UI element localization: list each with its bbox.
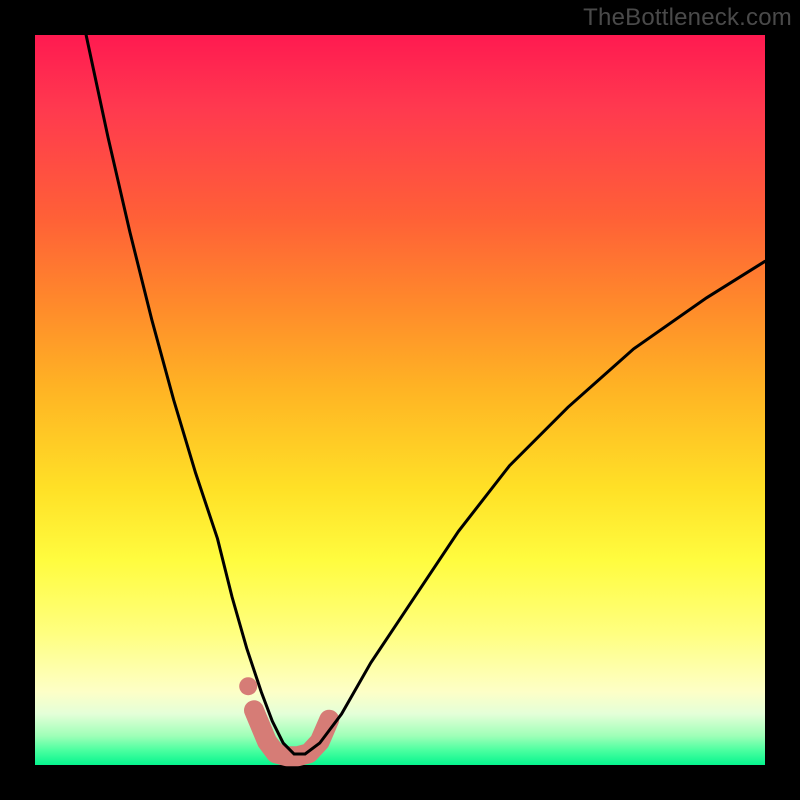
curve-svg xyxy=(35,35,765,765)
highlight-basin xyxy=(254,710,329,756)
watermark-text: TheBottleneck.com xyxy=(583,4,792,32)
plot-area xyxy=(35,35,765,765)
highlight-dot xyxy=(239,677,257,695)
chart-frame: TheBottleneck.com xyxy=(0,0,800,800)
bottleneck-curve xyxy=(86,35,765,754)
